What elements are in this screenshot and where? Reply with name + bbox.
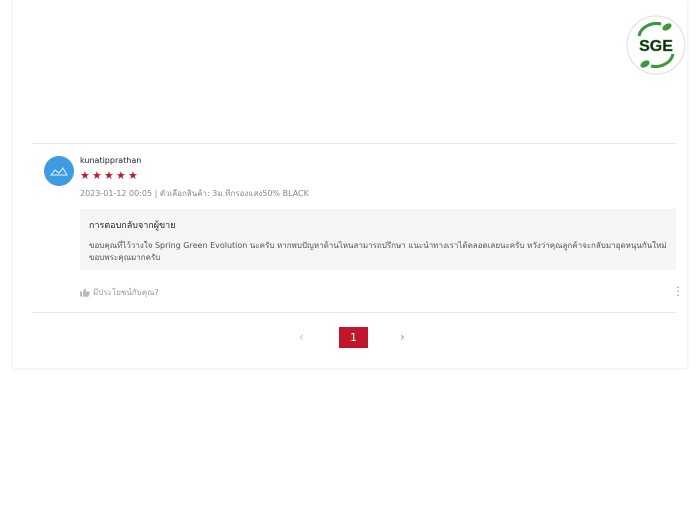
seller-reply-box: การตอบกลับจากผู้ขาย ขอบคุณที่ไว้วางใจ Sp… — [80, 209, 676, 270]
top-divider — [32, 143, 676, 144]
vertical-dots-icon[interactable]: ⋮ — [672, 285, 684, 297]
thumbs-up-icon — [80, 288, 90, 297]
seller-reply-title: การตอบกลับจากผู้ขาย — [89, 221, 176, 231]
star-icon: ★ — [128, 169, 138, 182]
bottom-divider — [32, 312, 676, 313]
logo-text: SGE — [639, 38, 673, 55]
seller-reply-text: ขอบคุณที่ไว้วางใจ Spring Green Evolution… — [89, 241, 667, 262]
rating-stars: ★ ★ ★ ★ ★ — [80, 170, 139, 181]
avatar-icon — [49, 167, 68, 176]
prev-page-button[interactable]: ‹ — [299, 330, 304, 344]
star-icon: ★ — [116, 169, 126, 182]
reviewer-username[interactable]: kunatipprathan — [80, 156, 141, 165]
next-page-button[interactable]: › — [400, 330, 405, 344]
review-meta: 2023-01-12 00:05 | ตัวเลือกสินค้า: 3ม.ที… — [80, 189, 309, 198]
star-icon: ★ — [92, 169, 102, 182]
helpful-label: มีประโยชน์กับคุณ? — [93, 288, 159, 297]
pagination: ‹ 1 › — [0, 327, 700, 349]
helpful-button[interactable]: มีประโยชน์กับคุณ? — [80, 286, 159, 299]
star-icon: ★ — [104, 169, 114, 182]
avatar[interactable] — [44, 156, 74, 186]
sge-logo: SGE — [625, 14, 687, 76]
page-1-button[interactable]: 1 — [339, 327, 368, 348]
star-icon: ★ — [80, 169, 90, 182]
page: SGE kunatipprathan ★ ★ ★ ★ ★ 2023-01-12 … — [0, 0, 700, 524]
